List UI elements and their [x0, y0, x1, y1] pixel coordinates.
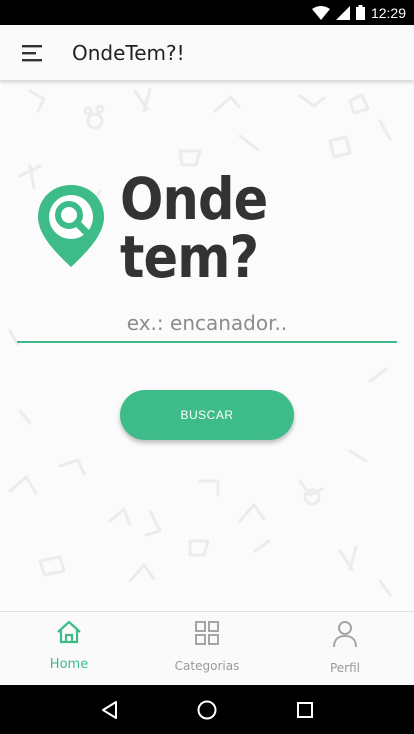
signal-icon [335, 5, 350, 20]
home-circle-icon[interactable] [187, 690, 227, 730]
person-icon [332, 620, 358, 653]
nav-label-categorias: Categorias [174, 659, 240, 673]
onde-tem-logo: Onde tem? [36, 170, 380, 286]
battery-icon [355, 5, 365, 20]
search-button[interactable]: BUSCAR [120, 390, 294, 440]
nav-item-home[interactable]: Home [0, 612, 138, 685]
main-content: Onde tem? BUSCAR [0, 81, 414, 611]
app-title: OndeTem?! [72, 40, 185, 65]
app-bar: OndeTem?! [0, 25, 414, 81]
logo-text: Onde tem? [120, 165, 268, 291]
nav-item-perfil[interactable]: Perfil [276, 612, 414, 685]
home-icon [56, 620, 82, 649]
background-doodles [8, 87, 392, 597]
app-screen: 12:29 OndeTem?! Onde tem? ex.: encanador… [0, 0, 414, 734]
hamburger-menu-icon[interactable] [18, 38, 48, 68]
status-bar: 12:29 [0, 0, 414, 25]
back-icon[interactable] [89, 690, 129, 730]
search-input[interactable] [17, 299, 397, 343]
wifi-icon [311, 5, 330, 20]
nav-item-categorias[interactable]: Categorias [138, 612, 276, 685]
map-pin-search-icon [36, 183, 106, 274]
recents-icon[interactable] [285, 690, 325, 730]
status-time: 12:29 [370, 4, 406, 21]
grid-icon [194, 620, 220, 651]
system-navigation-bar [0, 685, 414, 734]
bottom-navigation: Home Categorias Perfil [0, 611, 414, 685]
nav-label-home: Home [49, 657, 89, 672]
nav-label-perfil: Perfil [329, 661, 361, 675]
